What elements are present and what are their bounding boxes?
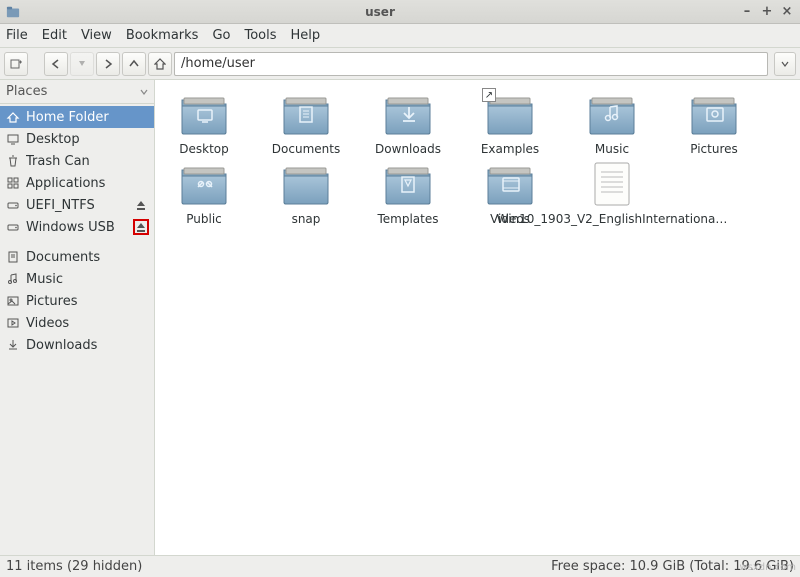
file-name: Pictures [690,142,738,156]
sidebar-item-label: Documents [26,250,148,265]
chevron-down-icon [140,88,148,96]
folder-icon [484,160,536,208]
status-items: 11 items (29 hidden) [6,559,142,574]
new-tab-button[interactable] [4,52,28,76]
file-name: Desktop [179,142,229,156]
sidebar-item-documents[interactable]: Documents [0,246,154,268]
symlink-badge: ↗ [482,88,496,102]
file-item[interactable]: Music [569,90,655,156]
menu-bookmarks[interactable]: Bookmarks [126,28,199,43]
folder-icon [280,90,332,138]
sidebar-item-label: Videos [26,316,148,331]
file-item[interactable]: ↗ Examples [467,90,553,156]
sidebar-item-label: Applications [26,176,148,191]
file-item[interactable]: Templates [365,160,451,226]
sidebar-item-label: Music [26,272,148,287]
minimize-button[interactable]: – [740,4,754,19]
menu-go[interactable]: Go [212,28,230,43]
sidebar-item-label: UEFI_NTFS [26,198,128,213]
folder-icon [382,90,434,138]
file-item[interactable]: Pictures [671,90,757,156]
folder-icon [382,160,434,208]
file-item[interactable]: Downloads [365,90,451,156]
path-history-button[interactable] [774,52,796,76]
sidebar-item-applications[interactable]: Applications [0,172,154,194]
menu-help[interactable]: Help [291,28,321,43]
folder-icon [586,90,638,138]
sidebar-list: Home Folder Desktop Trash Can Applications U… [0,104,154,555]
sidebar-item-windows-usb[interactable]: Windows USB [0,216,154,238]
up-button[interactable] [122,52,146,76]
file-item[interactable]: Public [161,160,247,226]
folder-icon [178,90,230,138]
sidebar-item-videos[interactable]: Videos [0,312,154,334]
desktop-icon [6,132,20,146]
doc-icon [6,250,20,264]
sidebar-item-label: Downloads [26,338,148,353]
sidebar-item-label: Home Folder [26,110,148,125]
eject-icon[interactable] [134,220,148,234]
folder-icon [688,90,740,138]
home-icon [6,110,20,124]
sidebar-header[interactable]: Places [0,80,154,104]
drive-icon [6,198,20,212]
folder-icon [6,5,20,19]
back-button[interactable] [44,52,68,76]
menu-file[interactable]: File [6,28,28,43]
sidebar-item-label: Windows USB [26,220,128,235]
videos-icon [6,316,20,330]
file-item[interactable]: Win10_1903_V2_EnglishInternationa… [569,160,655,226]
sidebar-item-uefi-ntfs[interactable]: UEFI_NTFS [0,194,154,216]
drive-icon [6,220,20,234]
menubar: File Edit View Bookmarks Go Tools Help [0,24,800,48]
file-name: snap [292,212,321,226]
watermark: wsxdn.com [739,562,796,573]
document-icon [591,160,633,208]
sidebar-item-trash-can[interactable]: Trash Can [0,150,154,172]
music-icon [6,272,20,286]
file-name: Win10_1903_V2_EnglishInternationa… [497,212,728,226]
sidebar-item-music[interactable]: Music [0,268,154,290]
folder-icon [178,160,230,208]
trash-icon [6,154,20,168]
sidebar-item-label: Desktop [26,132,148,147]
file-item[interactable]: Documents [263,90,349,156]
back-history-button[interactable] [70,52,94,76]
menu-view[interactable]: View [81,28,112,43]
file-item[interactable]: Desktop [161,90,247,156]
toolbar: /home/user [0,48,800,80]
sidebar: Places Home Folder Desktop Trash Can Applic… [0,80,155,555]
menu-edit[interactable]: Edit [42,28,67,43]
titlebar: user – + × [0,0,800,24]
file-item[interactable]: snap [263,160,349,226]
maximize-button[interactable]: + [760,4,774,19]
icon-view[interactable]: Desktop Documents Downloads ↗ Examples Music P… [155,80,800,555]
menu-tools[interactable]: Tools [244,28,276,43]
sidebar-item-home-folder[interactable]: Home Folder [0,106,154,128]
file-name: Music [595,142,629,156]
file-name: Examples [481,142,539,156]
main-area: Places Home Folder Desktop Trash Can Applic… [0,80,800,555]
forward-button[interactable] [96,52,120,76]
home-button[interactable] [148,52,172,76]
folder-icon [280,160,332,208]
sidebar-item-label: Trash Can [26,154,148,169]
file-name: Downloads [375,142,441,156]
sidebar-item-desktop[interactable]: Desktop [0,128,154,150]
path-input[interactable]: /home/user [174,52,768,76]
sidebar-item-downloads[interactable]: Downloads [0,334,154,356]
window-title: user [26,5,734,19]
downloads-icon [6,338,20,352]
sidebar-item-pictures[interactable]: Pictures [0,290,154,312]
close-button[interactable]: × [780,4,794,19]
apps-icon [6,176,20,190]
file-name: Templates [377,212,438,226]
sidebar-item-label: Pictures [26,294,148,309]
file-name: Documents [272,142,340,156]
eject-icon[interactable] [134,198,148,212]
statusbar: 11 items (29 hidden) Free space: 10.9 Gi… [0,555,800,577]
pictures-icon [6,294,20,308]
file-name: Public [186,212,222,226]
